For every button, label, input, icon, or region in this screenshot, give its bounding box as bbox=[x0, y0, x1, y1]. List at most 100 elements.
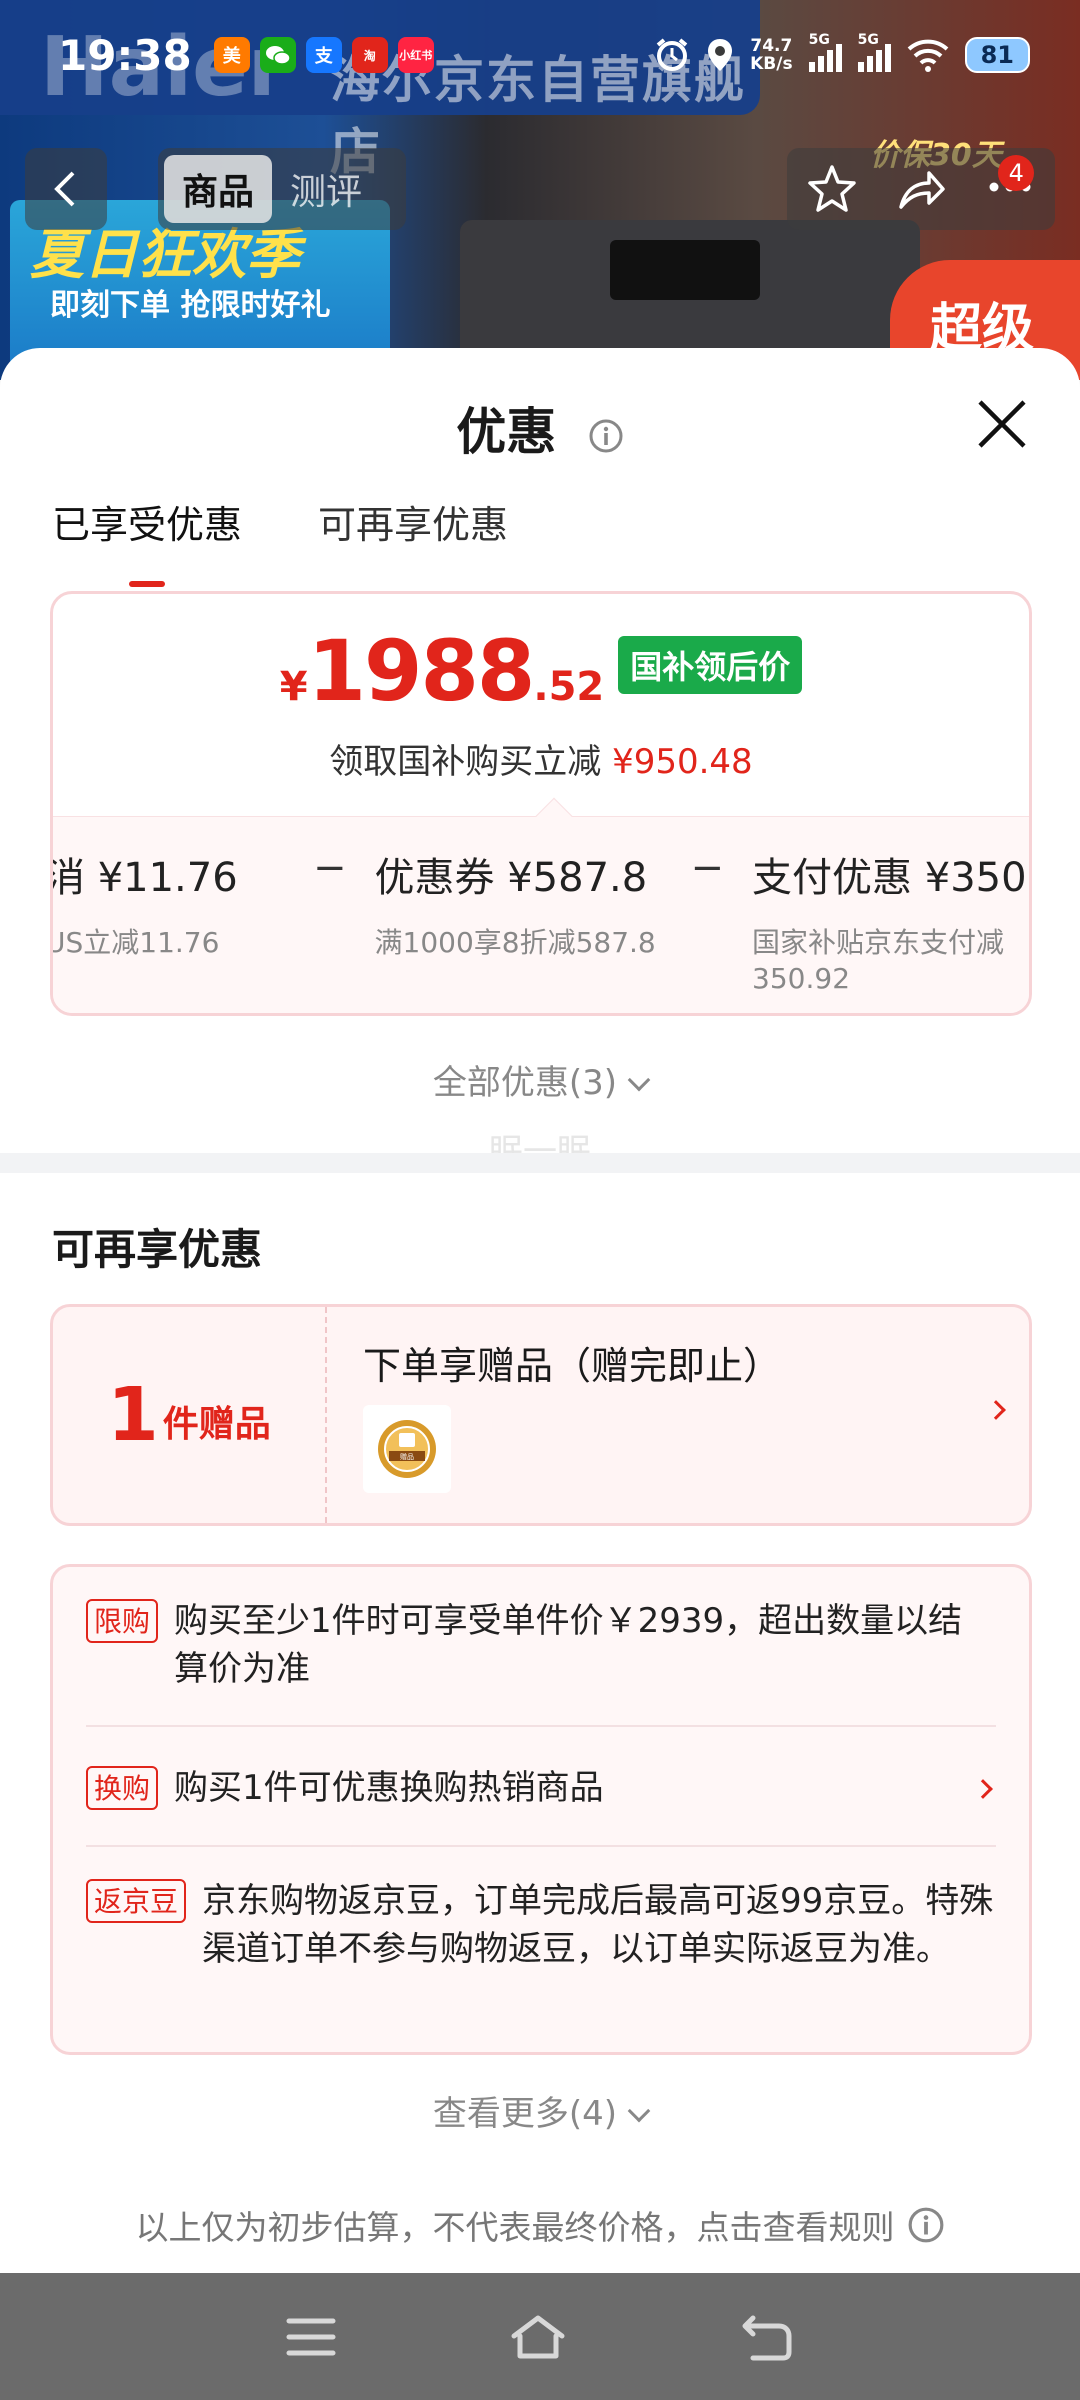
back-button[interactable] bbox=[25, 148, 107, 230]
gift-card[interactable]: 1 件赠品 下单享赠品（赠完即止） 赠品 bbox=[50, 1304, 1032, 1526]
all-discounts-toggle[interactable]: 全部优惠(3) bbox=[0, 1055, 1080, 1104]
wifi-icon bbox=[907, 39, 948, 72]
sim2-label: 5G bbox=[857, 32, 879, 48]
tab-goods[interactable]: 商品 bbox=[164, 155, 273, 223]
share-icon[interactable] bbox=[895, 163, 947, 215]
gift-title: 下单享赠品（赠完即止） bbox=[363, 1344, 782, 1388]
close-icon[interactable] bbox=[974, 396, 1030, 452]
discount-breakdown: 消 ¥11.76 US立减11.76 − 优惠券 ¥587.8 满1000享8折… bbox=[50, 797, 1029, 1013]
gift-badge-text: 赠品 bbox=[400, 1452, 414, 1461]
sim1-label: 5G bbox=[808, 32, 830, 48]
minus-sign: − bbox=[690, 845, 725, 891]
price-integer: 1988 bbox=[307, 622, 536, 720]
tab-review[interactable]: 测评 bbox=[272, 155, 380, 223]
reduction-amount: ¥950.48 bbox=[612, 742, 753, 782]
price-decimal: .52 bbox=[533, 664, 605, 710]
offer-item-purchase-limit: 限购 购买至少1件时可享受单件价￥2939，超出数量以结算价为准 bbox=[86, 1597, 996, 1693]
status-time: 19:38 bbox=[58, 30, 192, 80]
breakdown-head: 消 ¥11.76 bbox=[50, 855, 238, 901]
breakdown-desc: US立减11.76 bbox=[50, 926, 220, 959]
breakdown-item: 消 ¥11.76 US立减11.76 bbox=[50, 845, 285, 961]
promo-subtitle: 即刻下单 抢限时好礼 bbox=[50, 288, 331, 323]
price-currency: ¥ bbox=[279, 664, 308, 710]
gift-count-number: 1 bbox=[107, 1372, 159, 1458]
breakdown-desc: 国家补贴京东支付减350.92 bbox=[752, 926, 1005, 995]
section-title: 可再享优惠 bbox=[52, 1225, 263, 1274]
divider bbox=[86, 1845, 996, 1847]
subsidy-price-tag: 国补领后价 bbox=[618, 636, 803, 694]
discount-sheet: 优惠 已享受优惠 可再享优惠 ¥ 1988 .52 国补领后价 领取国补购买立减… bbox=[0, 348, 1080, 2273]
washer-panel bbox=[610, 240, 760, 300]
alipay-icon: 支 bbox=[305, 37, 342, 73]
breakdown-list[interactable]: 消 ¥11.76 US立减11.76 − 优惠券 ¥587.8 满1000享8折… bbox=[50, 845, 1029, 997]
disclaimer-text: 以上仅为初步估算，不代表最终价格，点击查看规则 bbox=[135, 2208, 895, 2247]
gift-thumbnail[interactable]: 赠品 bbox=[363, 1405, 451, 1493]
additional-offers-card: 限购 购买至少1件时可享受单件价￥2939，超出数量以结算价为准 换购 购买1件… bbox=[50, 1564, 1032, 2055]
price-disclaimer[interactable]: 以上仅为初步估算，不代表最终价格，点击查看规则 bbox=[0, 2201, 1080, 2249]
discount-tabs: 已享受优惠 可再享优惠 bbox=[52, 494, 508, 549]
breakdown-head: 优惠券 ¥587.8 bbox=[374, 855, 648, 901]
breakdown-item: 支付优惠 ¥350.92 国家补贴京东支付减350.92 bbox=[752, 845, 1029, 997]
price-summary-card: ¥ 1988 .52 国补领后价 领取国补购买立减 ¥950.48 消 ¥11.… bbox=[50, 591, 1032, 1016]
final-price-section: ¥ 1988 .52 国补领后价 领取国补购买立减 ¥950.48 bbox=[53, 594, 1029, 816]
info-icon[interactable] bbox=[588, 418, 624, 454]
net-speed-value: 74.7 bbox=[750, 36, 793, 56]
chevron-down-icon bbox=[627, 1068, 651, 1092]
divider bbox=[86, 1725, 996, 1727]
sheet-header: 优惠 已享受优惠 可再享优惠 bbox=[0, 348, 1080, 547]
breakdown-desc: 满1000享8折减587.8 bbox=[374, 926, 656, 959]
tab-more-discounts[interactable]: 可再享优惠 bbox=[318, 494, 508, 549]
gift-badge-icon: 赠品 bbox=[378, 1420, 436, 1478]
meituan-icon: 美 bbox=[213, 37, 250, 73]
section-divider bbox=[0, 1153, 1080, 1173]
status-indicators: 74.7 KB/s 5G 5G 81 bbox=[654, 32, 1030, 73]
alarm-icon bbox=[656, 38, 688, 71]
signal-sim2-icon: 5G bbox=[857, 32, 891, 72]
favorite-star-icon[interactable] bbox=[806, 163, 858, 215]
home-icon[interactable] bbox=[508, 2312, 568, 2362]
breakdown-head: 支付优惠 ¥350.92 bbox=[752, 855, 1029, 901]
net-speed-unit: KB/s bbox=[750, 54, 793, 74]
signal-sim1-icon: 5G bbox=[808, 32, 842, 72]
price-reduction-text: 领取国补购买立减 ¥950.48 bbox=[53, 734, 1029, 783]
gift-count-unit: 件赠品 bbox=[162, 1404, 271, 1445]
see-more-toggle[interactable]: 查看更多(4) bbox=[0, 2086, 1080, 2135]
final-price: ¥ 1988 .52 国补领后价 bbox=[53, 622, 1029, 720]
gift-details: 下单享赠品（赠完即止） 赠品 bbox=[327, 1307, 1029, 1523]
minus-sign: − bbox=[313, 845, 347, 891]
net-speed: 74.7 KB/s bbox=[750, 37, 792, 73]
all-discounts-label: 全部优惠(3) bbox=[432, 1063, 618, 1103]
product-page-tabs: 商品 测评 bbox=[158, 148, 406, 230]
back-nav-icon[interactable] bbox=[739, 2312, 795, 2362]
breakdown-item: 优惠券 ¥587.8 满1000享8折减587.8 bbox=[375, 845, 663, 961]
offer-text: 购买1件可优惠换购热销商品 bbox=[174, 1768, 604, 1808]
offer-tag: 返京豆 bbox=[86, 1879, 187, 1923]
location-icon bbox=[708, 39, 733, 71]
see-more-label: 查看更多(4) bbox=[432, 2094, 618, 2134]
offer-text: 购买至少1件时可享受单件价￥2939，超出数量以结算价为准 bbox=[174, 1601, 963, 1689]
info-icon bbox=[908, 2207, 943, 2243]
xiaohongshu-icon: 小红书 bbox=[397, 37, 434, 73]
offer-item-trade-in[interactable]: 换购 购买1件可优惠换购热销商品 bbox=[86, 1764, 996, 1812]
gift-count: 1 件赠品 bbox=[53, 1307, 327, 1523]
battery-indicator: 81 bbox=[964, 37, 1030, 73]
reduction-label: 领取国补购买立减 bbox=[329, 742, 602, 782]
status-bar: 19:38 美 支 淘 小红书 74.7 KB/s 5G 5G 81 bbox=[0, 0, 1080, 110]
system-navigation-bar bbox=[0, 2273, 1080, 2400]
offer-tag: 换购 bbox=[86, 1766, 159, 1810]
chevron-left-icon bbox=[54, 171, 75, 207]
more-menu-button[interactable]: 4 bbox=[984, 155, 1036, 217]
sheet-title: 优惠 bbox=[0, 392, 1080, 464]
taobao-icon: 淘 bbox=[351, 37, 388, 73]
offer-tag: 限购 bbox=[86, 1599, 159, 1643]
notification-icons: 美 支 淘 小红书 bbox=[213, 37, 434, 73]
wechat-icon bbox=[259, 37, 296, 73]
menu-icon[interactable] bbox=[285, 2315, 337, 2359]
offer-text: 京东购物返京豆，订单完成后最高可返99京豆。特殊渠道订单不参与购物返豆，以订单实… bbox=[202, 1881, 994, 1969]
chevron-down-icon bbox=[627, 2099, 651, 2123]
product-page-actions: 4 bbox=[787, 148, 1055, 230]
sheet-title-text: 优惠 bbox=[456, 403, 557, 461]
offer-item-jd-beans: 返京豆 京东购物返京豆，订单完成后最高可返99京豆。特殊渠道订单不参与购物返豆，… bbox=[86, 1877, 996, 1973]
tab-enjoyed-discounts[interactable]: 已享受优惠 bbox=[52, 494, 242, 549]
chevron-right-icon bbox=[986, 1400, 1006, 1420]
